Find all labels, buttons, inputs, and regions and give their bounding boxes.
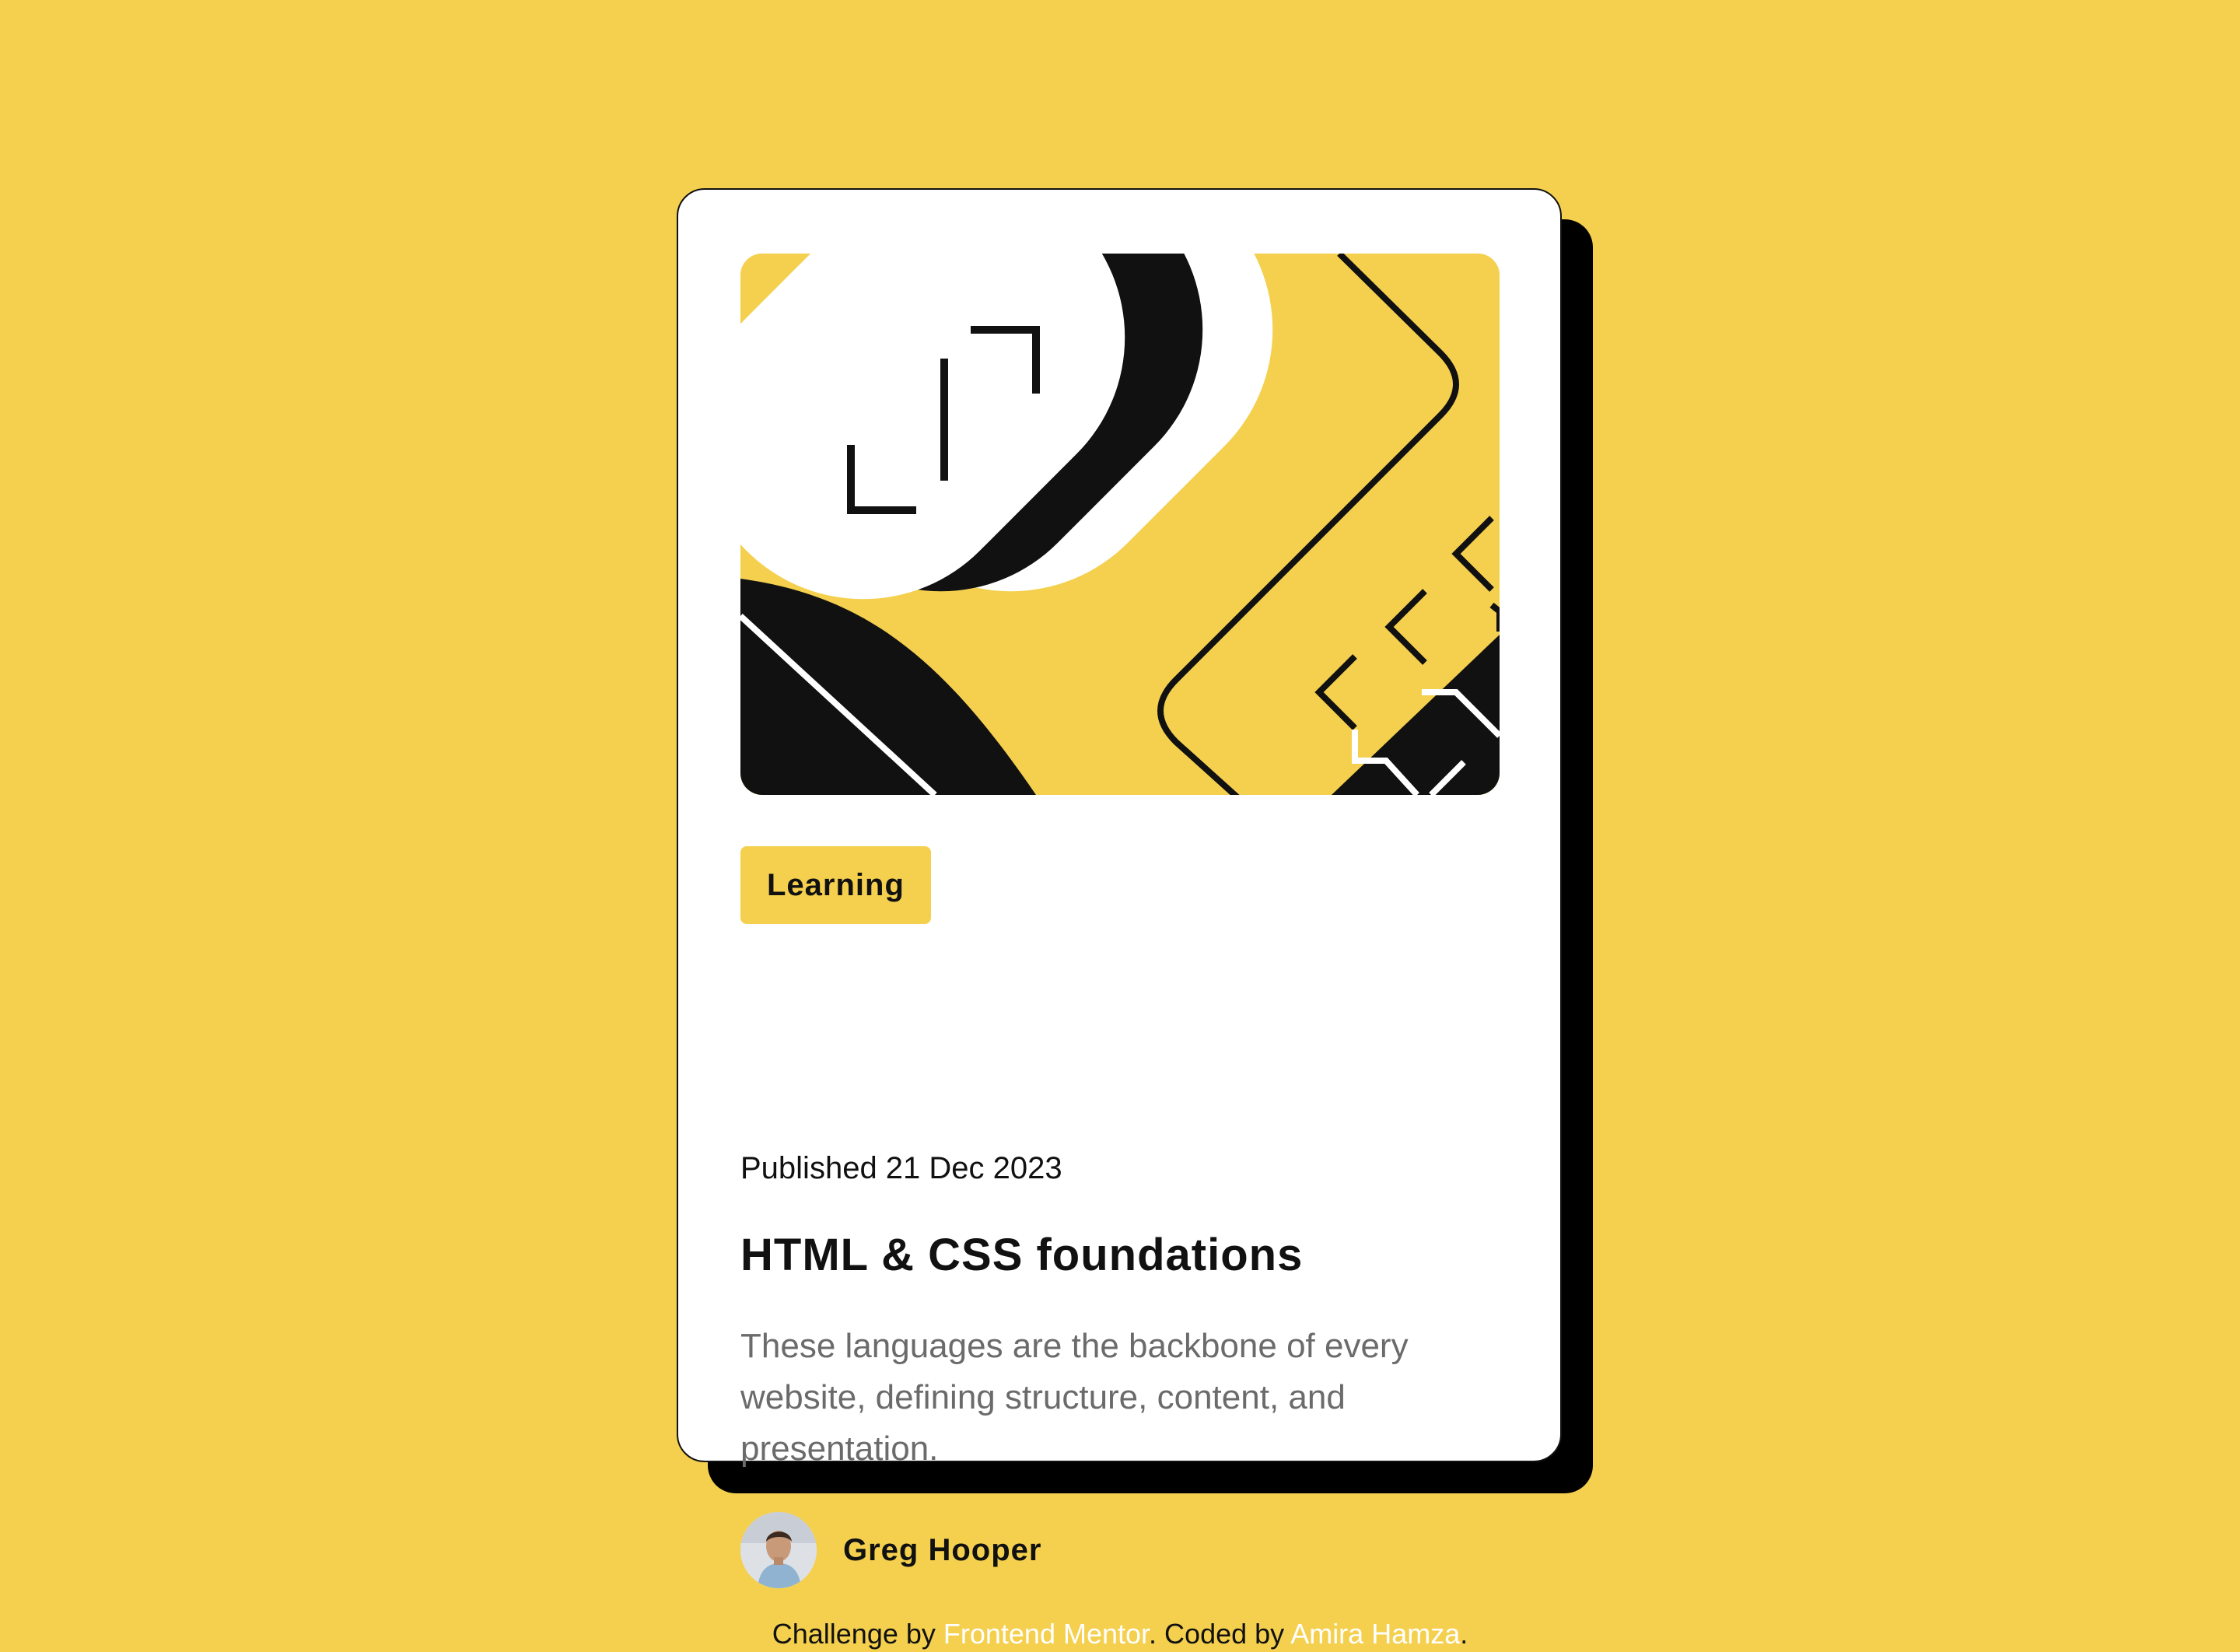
- frontend-mentor-link[interactable]: Frontend Mentor: [943, 1618, 1149, 1650]
- avatar-image-icon: [740, 1512, 817, 1588]
- category-tag: Learning: [740, 846, 931, 924]
- avatar: [740, 1512, 817, 1588]
- attribution-suffix: .: [1460, 1618, 1468, 1650]
- attribution-prefix: Challenge by: [772, 1618, 943, 1650]
- page: Learning Published 21 Dec 2023 HTML & CS…: [0, 0, 2240, 1652]
- attribution: Challenge by Frontend Mentor. Coded by A…: [0, 1616, 2240, 1652]
- abstract-geometric-illustration-icon: [740, 254, 1500, 795]
- author: Greg Hooper: [740, 1512, 1041, 1588]
- card-title[interactable]: HTML & CSS foundations: [740, 1227, 1303, 1283]
- blog-preview-card: Learning Published 21 Dec 2023 HTML & CS…: [677, 188, 1562, 1588]
- author-name: Greg Hooper: [843, 1532, 1042, 1567]
- published-date: Published 21 Dec 2023: [740, 1151, 1062, 1185]
- attribution-middle: . Coded by: [1149, 1618, 1291, 1650]
- illustration-image: [740, 254, 1500, 795]
- author-link[interactable]: Amira Hamza: [1290, 1618, 1460, 1650]
- card-description: These languages are the backbone of ever…: [740, 1327, 1409, 1468]
